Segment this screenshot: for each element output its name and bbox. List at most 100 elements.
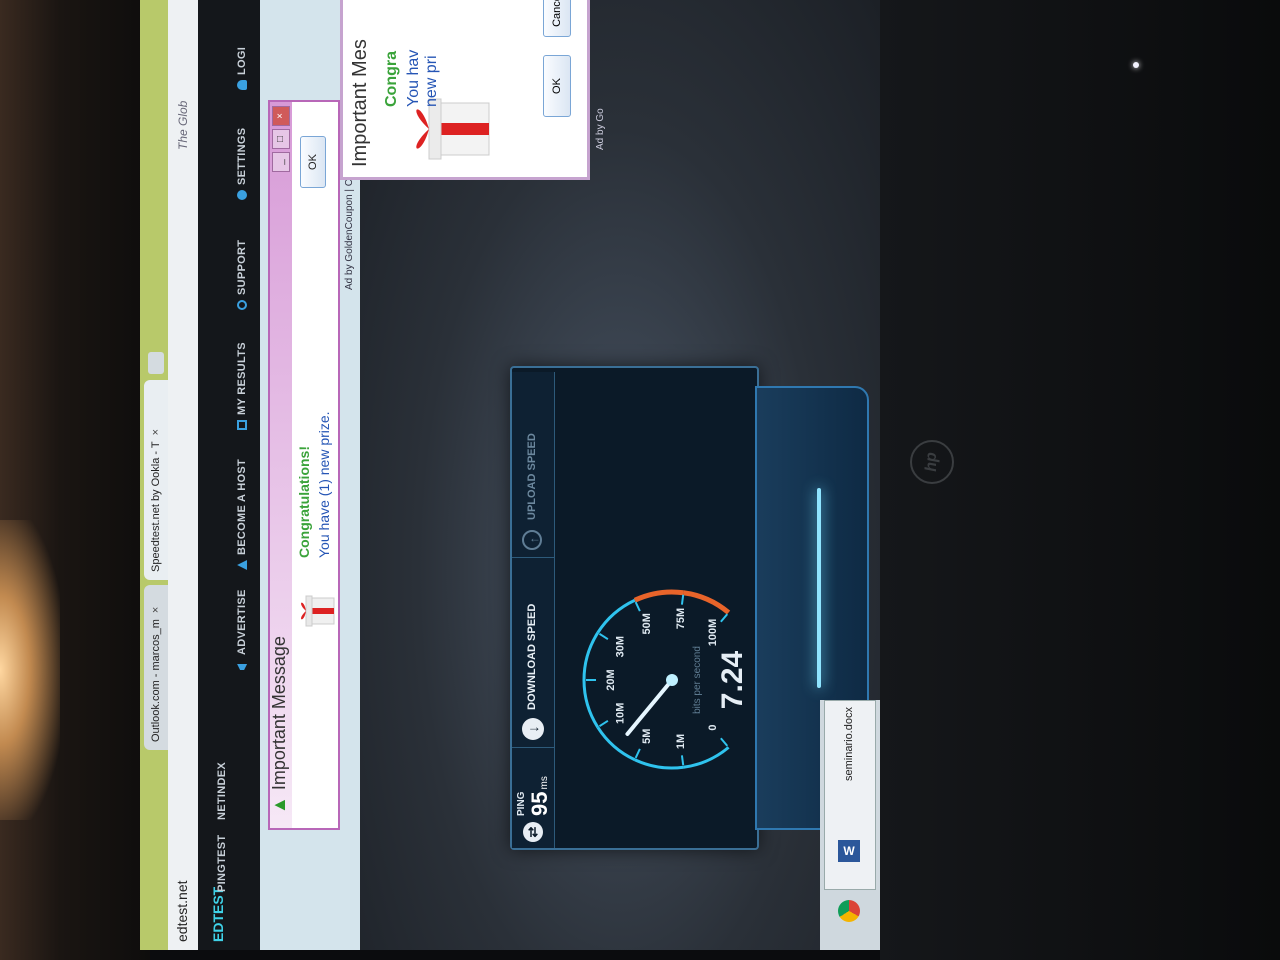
gauge-tick-label: 30M: [615, 636, 627, 657]
gauge-tick: [634, 748, 641, 759]
person-icon: [237, 80, 248, 90]
ad-credit[interactable]: Ad by Go: [595, 108, 606, 150]
gauge-tick: [634, 601, 641, 612]
new-tab-button[interactable]: [148, 352, 164, 374]
close-icon[interactable]: ×: [272, 106, 290, 126]
upload-arrow-icon: ↑: [522, 530, 542, 550]
nav-become-host[interactable]: BECOME A HOST: [236, 459, 248, 570]
nav-label: SETTINGS: [236, 127, 248, 185]
download-arrow-icon: ↓: [522, 718, 544, 740]
gauge-hub: [666, 674, 678, 686]
word-icon[interactable]: W: [838, 840, 860, 862]
tab-bar: Outlook.com - marcos_m × Speedtest.net b…: [140, 0, 168, 950]
window-buttons: _ □ ×: [272, 106, 290, 172]
popup-congrats: Congra: [383, 51, 400, 107]
ad-title-text: Important Message: [269, 636, 289, 791]
nav-label: LOGI: [236, 46, 248, 75]
nav-advertise[interactable]: ADVERTISE: [236, 589, 248, 670]
minimize-icon[interactable]: _: [272, 152, 290, 172]
ambient-light: [0, 520, 60, 820]
ad-dialog[interactable]: _ □ × ▲ Important Message Congratulations…: [268, 100, 340, 830]
nav-netindex[interactable]: NETINDEX: [216, 762, 228, 820]
gauge-tick-label: 5M: [641, 729, 653, 744]
gauge-arc-segment: [582, 679, 600, 729]
maximize-icon[interactable]: □: [272, 129, 290, 149]
ping-unit: ms: [539, 776, 550, 790]
close-icon[interactable]: ×: [150, 607, 162, 613]
gear-icon: [237, 190, 248, 200]
gauge-tick: [720, 613, 729, 623]
tab-label: Outlook.com - marcos_m: [150, 619, 162, 742]
ping-icon: ⇄: [523, 822, 543, 842]
site-logo[interactable]: EDTEST: [210, 887, 226, 942]
site-tagline: The Glob: [176, 100, 190, 150]
file-name: seminario.docx: [843, 707, 855, 781]
ping-value: 95ms: [527, 776, 553, 816]
ad-popup[interactable]: Important Mes Congra You hav new pri OK …: [340, 0, 590, 180]
ping-label: PING: [516, 791, 527, 816]
gauge-tick-label: 75M: [675, 608, 687, 629]
popup-title: Important Mes: [349, 39, 371, 167]
gauge-arc-segment: [582, 631, 600, 681]
nav-my-results[interactable]: MY RESULTS: [236, 342, 248, 430]
download-label: DOWNLOAD SPEED: [526, 603, 538, 710]
graph-line: [817, 488, 821, 688]
gauge-tick: [598, 719, 609, 728]
screen: Outlook.com - marcos_m × Speedtest.net b…: [140, 0, 880, 950]
nav-settings[interactable]: SETTINGS: [236, 128, 248, 200]
gauge-tick: [680, 594, 685, 605]
tab-outlook[interactable]: Outlook.com - marcos_m ×: [144, 585, 168, 750]
gauge-tick-label: 10M: [615, 703, 627, 724]
gauge-tick: [598, 632, 609, 641]
hp-logo: hp: [910, 440, 954, 484]
gauge-panel: ⇄ PING 95ms ↓ DOWNLOAD SPEED ↑ UPLOAD SP…: [510, 366, 759, 850]
popup-prize-line: new pri: [423, 55, 440, 107]
taskbar: seminario.docx W: [820, 700, 880, 950]
address-bar[interactable]: edtest.net The Glob: [168, 0, 199, 950]
ad-prize: You have (1) new prize.: [316, 411, 332, 558]
gauge-arc-segment: [683, 746, 730, 769]
megaphone-icon: [237, 660, 247, 670]
gauge-tick-label: 0: [707, 724, 719, 730]
unit-label: bits per second: [692, 646, 703, 714]
power-led: [1133, 62, 1139, 68]
tab-speedtest[interactable]: Speedtest.net by Ookla - T ×: [144, 380, 168, 580]
nav-login[interactable]: LOGI: [236, 47, 248, 90]
gift-icon: [301, 595, 335, 627]
nav-pingtest[interactable]: PINGTEST: [216, 835, 228, 892]
tab-label: Speedtest.net by Ookla - T: [150, 441, 162, 572]
gauge-tick-label: 100M: [707, 619, 719, 647]
warning-icon: ▲: [269, 796, 289, 814]
nav-support[interactable]: SUPPORT: [236, 240, 248, 310]
ad-congrats: Congratulations!: [296, 446, 312, 558]
upload-tab[interactable]: ↑ UPLOAD SPEED: [512, 372, 554, 558]
popup-prize: You hav new pri: [405, 50, 441, 107]
speed-value: 7.24: [716, 650, 749, 709]
site-nav: EDTEST PINGTEST NETINDEX ADVERTISE BECOM…: [198, 0, 260, 950]
nav-label: BECOME A HOST: [236, 459, 248, 555]
chrome-icon[interactable]: [838, 900, 860, 922]
ping-number: 95: [527, 791, 552, 816]
gauge-arc-segment: [596, 598, 636, 634]
nav-label: MY RESULTS: [236, 342, 248, 415]
ad-ok-button[interactable]: OK: [300, 136, 326, 188]
url-text[interactable]: edtest.net: [174, 881, 190, 943]
ping-block: ⇄ PING 95ms: [512, 748, 554, 848]
panel-header: ⇄ PING 95ms ↓ DOWNLOAD SPEED ↑ UPLOAD SP…: [512, 372, 555, 848]
speed-gauge: 0 1M 5M 10M 20M 30M 50M 75M 100M bits per second…: [582, 589, 749, 770]
chart-icon: [237, 420, 248, 430]
gauge-tick: [680, 755, 685, 766]
ad-title: ▲ Important Message: [269, 636, 290, 814]
gauge-tick-label: 20M: [605, 669, 617, 690]
close-icon[interactable]: ×: [150, 429, 162, 435]
popup-cancel-button[interactable]: Cance: [543, 0, 571, 37]
nav-label: SUPPORT: [236, 239, 248, 295]
nav-label: ADVERTISE: [236, 589, 248, 655]
ad-credit[interactable]: Ad by GoldenCoupon | Close: [344, 161, 355, 290]
upload-label: UPLOAD SPEED: [526, 433, 538, 520]
triangle-icon: [237, 560, 247, 570]
gauge-arc-segment: [633, 589, 684, 603]
popup-ok-button[interactable]: OK: [543, 55, 571, 117]
info-icon: [237, 300, 248, 310]
download-tab[interactable]: ↓ DOWNLOAD SPEED: [512, 558, 554, 748]
